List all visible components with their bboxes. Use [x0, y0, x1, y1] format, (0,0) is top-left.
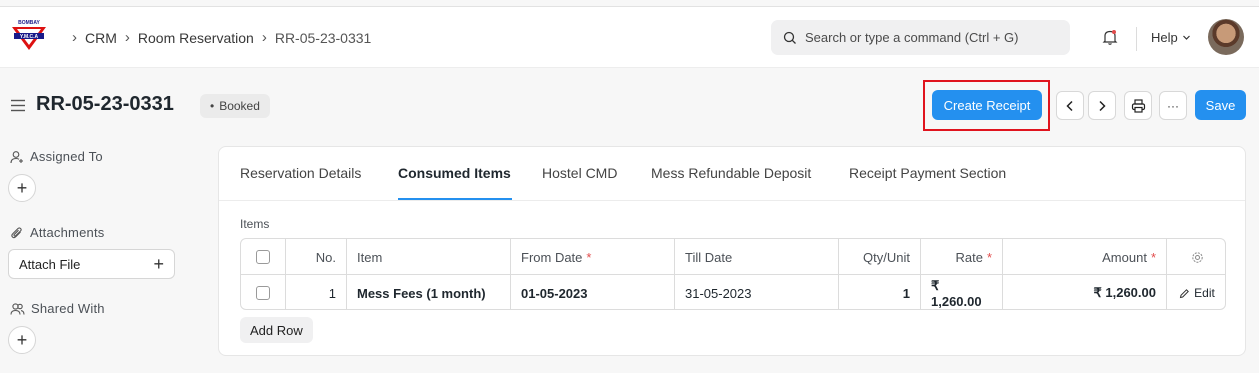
items-label: Items — [240, 217, 270, 231]
row-checkbox-cell[interactable] — [241, 275, 286, 309]
form-tabs: Reservation Details Consumed Items Hoste… — [219, 147, 1245, 201]
select-all-checkbox-cell[interactable] — [241, 239, 286, 275]
col-item-label: Item — [357, 249, 383, 265]
shared-with-section: Shared With — [10, 301, 105, 316]
col-rate-label: Rate — [955, 249, 983, 265]
select-all-checkbox[interactable] — [256, 250, 270, 264]
attach-file-button[interactable]: Attach File + — [8, 249, 175, 279]
create-receipt-button[interactable]: Create Receipt — [932, 90, 1042, 120]
tab-hostel-cmd[interactable]: Hostel CMD — [542, 165, 617, 181]
col-header-qty: Qty/Unit — [839, 239, 921, 275]
cell-till-date[interactable]: 31-05-2023 — [675, 275, 839, 309]
next-doc-button[interactable] — [1088, 91, 1116, 120]
add-row-button[interactable]: Add Row — [240, 317, 313, 343]
items-table: No. Item From Date * Till Date Qty/Unit R… — [240, 238, 1226, 310]
search-icon — [783, 31, 796, 44]
user-plus-icon — [10, 150, 23, 163]
search-placeholder: Search or type a command (Ctrl + G) — [805, 30, 1019, 45]
divider — [1136, 27, 1137, 51]
col-amount-label: Amount — [1102, 249, 1147, 265]
shared-with-label: Shared With — [31, 301, 105, 316]
hamburger-menu-icon[interactable] — [10, 99, 26, 117]
chevron-right-icon: › — [261, 29, 267, 46]
col-header-item: Item — [347, 239, 511, 275]
gear-icon[interactable] — [1191, 251, 1204, 264]
status-badge: • Booked — [200, 94, 270, 118]
page-title: RR-05-23-0331 — [36, 93, 174, 115]
required-mark: * — [586, 249, 592, 265]
status-label: Booked — [219, 99, 260, 113]
search-input[interactable]: Search or type a command (Ctrl + G) — [771, 20, 1070, 55]
previous-doc-button[interactable] — [1056, 91, 1084, 120]
col-no-label: No. — [315, 249, 336, 265]
cell-item[interactable]: Mess Fees (1 month) — [347, 275, 511, 309]
users-icon — [10, 302, 25, 315]
navbar: BOMBAY Y.M.C.A › CRM › Room Reservation … — [0, 6, 1259, 68]
attachments-label: Attachments — [30, 225, 105, 240]
svg-text:BOMBAY: BOMBAY — [18, 20, 40, 26]
table-row[interactable]: 1 Mess Fees (1 month) 01-05-2023 31-05-2… — [241, 275, 1225, 309]
active-tab-indicator — [398, 198, 512, 200]
cell-rate[interactable]: ₹ 1,260.00 — [921, 275, 1003, 309]
paperclip-icon — [11, 226, 22, 238]
pencil-icon — [1179, 288, 1190, 298]
help-label: Help — [1151, 30, 1178, 45]
more-icon: ··· — [1167, 98, 1179, 113]
col-header-rate: Rate * — [921, 239, 1003, 275]
chevron-right-icon — [1099, 100, 1106, 111]
col-header-from-date: From Date * — [511, 239, 675, 275]
status-dot: • — [210, 99, 215, 113]
breadcrumb-room-reservation[interactable]: Room Reservation — [138, 30, 254, 46]
required-mark: * — [1150, 249, 1156, 265]
notification-bell-icon[interactable] — [1101, 28, 1119, 51]
print-button[interactable] — [1124, 91, 1152, 120]
required-mark: * — [986, 249, 992, 265]
edit-label: Edit — [1194, 286, 1215, 300]
chevron-right-icon: › — [72, 29, 77, 46]
plus-icon: + — [153, 253, 164, 274]
chevron-right-icon: › — [124, 29, 130, 46]
col-header-amount: Amount * — [1003, 239, 1167, 275]
tab-reservation-details[interactable]: Reservation Details — [240, 165, 361, 181]
cell-qty[interactable]: 1 — [839, 275, 921, 309]
chevron-down-icon — [1182, 35, 1190, 40]
row-checkbox[interactable] — [256, 286, 270, 300]
attachments-section: Attachments — [10, 225, 104, 240]
edit-row-button[interactable]: Edit — [1167, 275, 1225, 309]
more-actions-button[interactable]: ··· — [1159, 91, 1187, 120]
user-avatar[interactable] — [1208, 19, 1244, 55]
breadcrumb-crm[interactable]: CRM — [85, 30, 117, 46]
assigned-to-section: Assigned To — [10, 149, 103, 164]
chevron-left-icon — [1066, 100, 1073, 111]
form-card: Reservation Details Consumed Items Hoste… — [218, 146, 1246, 356]
col-till-date-label: Till Date — [685, 249, 733, 265]
col-header-till-date: Till Date — [675, 239, 839, 275]
cell-no: 1 — [286, 275, 347, 309]
tab-mess-refundable-deposit[interactable]: Mess Refundable Deposit — [651, 165, 811, 181]
svg-text:Y.M.C.A: Y.M.C.A — [20, 34, 39, 40]
ymca-logo[interactable]: BOMBAY Y.M.C.A — [10, 18, 48, 52]
assigned-to-label: Assigned To — [30, 149, 103, 164]
page-head: RR-05-23-0331 • Booked Create Receipt ··… — [0, 80, 1259, 131]
tab-receipt-payment-section[interactable]: Receipt Payment Section — [849, 165, 1006, 181]
col-qty-label: Qty/Unit — [863, 249, 910, 265]
col-from-date-label: From Date — [521, 249, 583, 265]
tab-consumed-items[interactable]: Consumed Items — [398, 165, 511, 181]
printer-icon — [1131, 98, 1145, 113]
col-header-no: No. — [286, 239, 347, 275]
cell-from-date[interactable]: 01-05-2023 — [511, 275, 675, 309]
attach-file-label: Attach File — [19, 256, 81, 272]
add-assignee-button[interactable]: + — [8, 174, 36, 202]
help-dropdown[interactable]: Help — [1151, 30, 1191, 45]
breadcrumb: › CRM › Room Reservation › RR-05-23-0331 — [64, 29, 371, 46]
table-header-row: No. Item From Date * Till Date Qty/Unit R… — [241, 239, 1225, 275]
cell-amount: ₹ 1,260.00 — [1003, 275, 1167, 309]
breadcrumb-current-doc[interactable]: RR-05-23-0331 — [275, 30, 372, 46]
column-settings-cell[interactable] — [1167, 239, 1225, 275]
save-button[interactable]: Save — [1195, 90, 1246, 120]
add-share-button[interactable]: + — [8, 326, 36, 354]
